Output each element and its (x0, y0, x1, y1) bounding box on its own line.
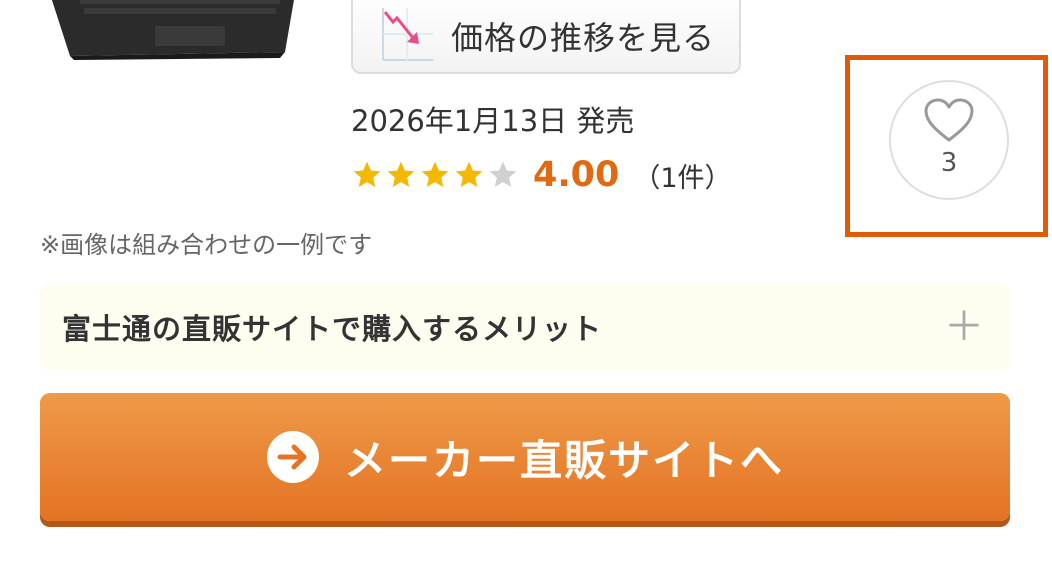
rating-stars (351, 159, 519, 191)
arrow-right-circle-icon (266, 431, 319, 483)
image-note: ※画像は組み合わせの一例です (40, 231, 373, 259)
release-date: 2026年1月13日 発売 (351, 104, 635, 138)
rating: 4.00 （1件） (351, 155, 732, 195)
star-filled-icon (353, 161, 381, 187)
merit-accordion[interactable]: 富士通の直販サイトで購入するメリット ＋ (40, 284, 1010, 370)
product-image (40, 0, 302, 60)
favorite-button[interactable]: 3 (889, 80, 1009, 200)
maker-direct-site-button[interactable]: メーカー直販サイトへ (40, 393, 1010, 521)
maker-direct-site-label: メーカー直販サイトへ (343, 435, 784, 485)
review-count[interactable]: （1件） (633, 156, 731, 195)
merit-accordion-title: 富士通の直販サイトで購入するメリット (62, 312, 603, 346)
price-history-label: 価格の推移を見る (451, 19, 716, 57)
star-empty-icon (489, 161, 517, 187)
star-filled-icon (421, 161, 449, 187)
price-trend-icon (382, 8, 433, 61)
laptop-image (51, 0, 294, 60)
favorite-count: 3 (940, 148, 958, 178)
star-filled-icon (455, 161, 483, 187)
plus-icon: ＋ (944, 304, 984, 350)
star-filled-icon (387, 161, 415, 187)
heart-outline-icon (924, 98, 974, 142)
price-history-button[interactable]: 価格の推移を見る (351, 0, 741, 74)
rating-score: 4.00 (533, 155, 620, 195)
